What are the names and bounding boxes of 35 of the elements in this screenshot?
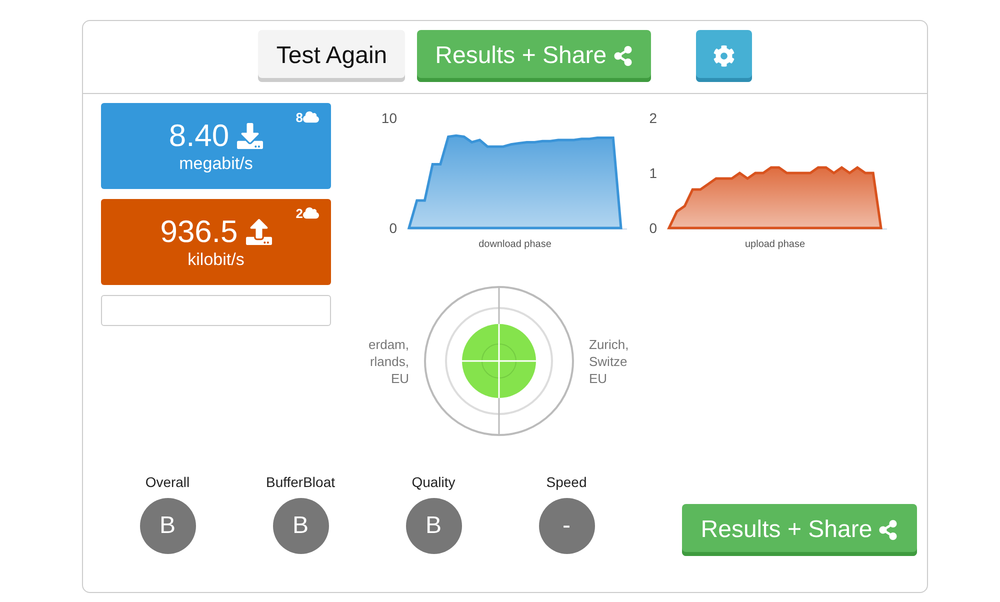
axis-tick-label: 0 [649, 220, 657, 236]
input-field[interactable] [101, 295, 331, 326]
grade-badge: B [140, 498, 196, 554]
server-label: Zurich, Switze EU [589, 336, 630, 386]
test-again-button[interactable]: Test Again [258, 30, 406, 82]
axis-tick-label: 0 [389, 220, 397, 236]
speed-unit: megabit/s [179, 154, 253, 174]
download-icon [237, 123, 264, 149]
share-icon [612, 46, 633, 66]
axis-tick-label: 10 [381, 110, 397, 126]
upload-icon [246, 219, 272, 245]
speed-unit: kilobit/s [188, 250, 244, 270]
grade-badge: - [538, 498, 594, 554]
cloud-icon [303, 205, 319, 221]
cloud-icon [303, 109, 319, 125]
grade-badge: B [272, 498, 328, 554]
share-button[interactable]: Results + Share [682, 504, 917, 556]
settings-icon [712, 45, 735, 67]
settings-button[interactable] [696, 30, 752, 82]
axis-tick-label: 2 [649, 110, 657, 126]
grade-label: Quality [412, 474, 456, 490]
grade-label: Overall [145, 474, 190, 490]
share-icon [878, 520, 898, 540]
stream-count: 8 [296, 110, 303, 124]
grade-label: Speed [546, 474, 587, 490]
speed-value: 8.40 [168, 118, 264, 154]
server-label: erdam, rlands, EU [368, 336, 409, 386]
share-button[interactable]: Results + Share [417, 30, 651, 82]
speed-value: 936.5 [160, 214, 272, 250]
axis-label: upload phase [744, 239, 806, 250]
axis-tick-label: 1 [649, 165, 657, 181]
axis-label: download phase [478, 239, 552, 250]
grade-badge: B [406, 498, 462, 554]
grade-label: BufferBloat [266, 474, 335, 490]
stream-count: 2 [296, 206, 303, 220]
